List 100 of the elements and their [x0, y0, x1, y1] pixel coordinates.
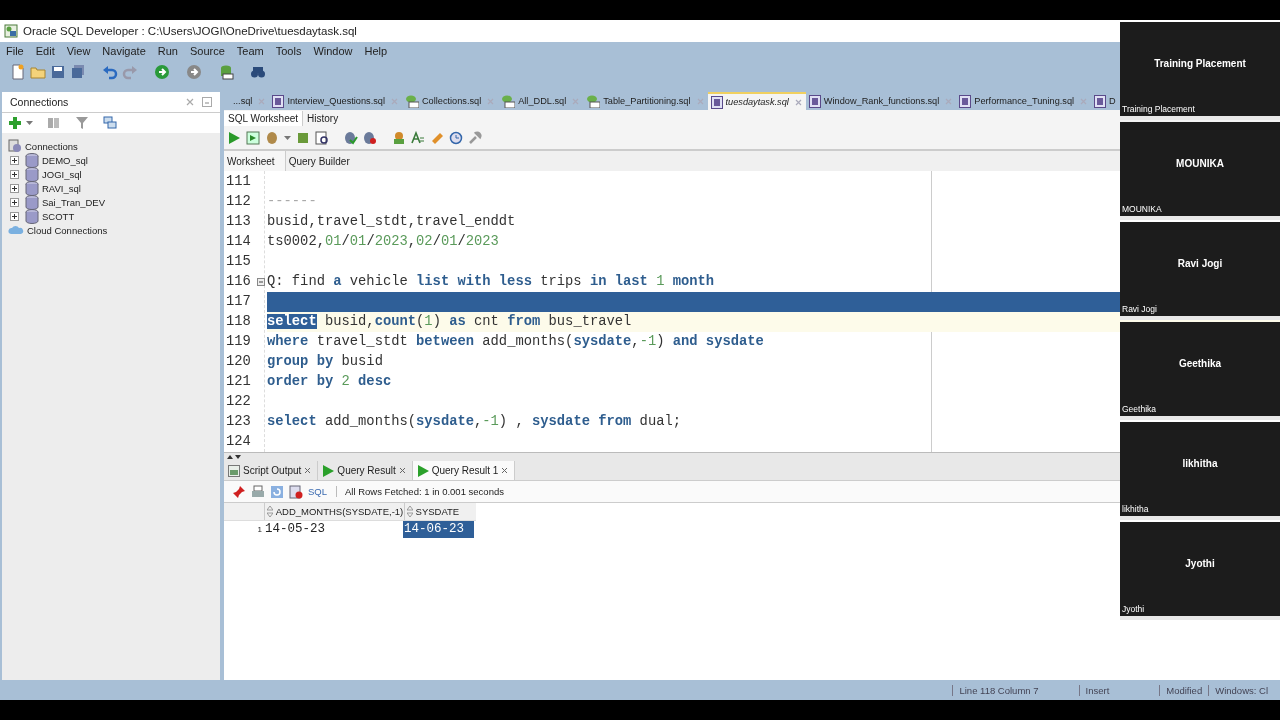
menu-item[interactable]: Tools: [275, 45, 302, 57]
sql-link[interactable]: SQL: [308, 486, 327, 497]
worksheet-icon: [959, 94, 972, 108]
fold-icon[interactable]: [257, 278, 265, 286]
line-number: 116: [225, 273, 252, 291]
save-icon[interactable]: [50, 64, 66, 80]
expand-toggle[interactable]: [10, 169, 19, 179]
tree-item[interactable]: SCOTT: [42, 210, 75, 222]
tree-item[interactable]: Connections: [25, 140, 78, 152]
video-tile[interactable]: Ravi Jogi Ravi Jogi: [1120, 222, 1280, 320]
tree-item[interactable]: DEMO_sql: [42, 154, 88, 166]
menu-item[interactable]: Team: [236, 45, 264, 57]
column-header[interactable]: SYSDATE: [403, 503, 476, 520]
status-text: Insert: [1078, 684, 1116, 696]
cancel-icon[interactable]: [289, 484, 303, 499]
file-tab[interactable]: Window_Rank_functions.sql: [805, 92, 957, 110]
eraser-icon[interactable]: [430, 131, 444, 145]
binoculars-icon[interactable]: [250, 64, 266, 80]
menu-item[interactable]: Edit: [35, 45, 55, 57]
database-icon[interactable]: [218, 64, 234, 80]
run-icon: [322, 464, 335, 477]
caret-icon[interactable]: [26, 121, 33, 125]
add-icon[interactable]: [8, 116, 22, 130]
tree-item[interactable]: Sai_Tran_DEV: [42, 196, 105, 208]
column-header[interactable]: ADD_MONTHS(SYSDATE,-1): [263, 503, 404, 520]
file-tab[interactable]: Performance_Tuning.sql: [956, 92, 1092, 110]
file-tab[interactable]: D: [1091, 92, 1118, 110]
file-tab[interactable]: Table_Partitioning.sql: [583, 92, 708, 110]
expand-toggle[interactable]: [10, 155, 19, 165]
connections-icon: [8, 139, 22, 153]
output-tab[interactable]: Query Result 1: [412, 461, 516, 480]
code-line: select add_months(sysdate,-1) , sysdate from dual;: [267, 413, 682, 431]
menu-item[interactable]: Help: [364, 45, 388, 57]
split-arrows-icon[interactable]: [226, 454, 242, 460]
video-tile[interactable]: likhitha likhitha: [1120, 422, 1280, 520]
run-script-icon[interactable]: [246, 131, 260, 145]
editor-mode-tab[interactable]: Query Builder: [285, 151, 360, 171]
caret-icon[interactable]: [284, 136, 291, 140]
new-file-icon[interactable]: [10, 64, 26, 80]
file-tab[interactable]: ...sql: [230, 92, 270, 110]
file-tab[interactable]: tuesdaytask.sql: [707, 92, 806, 110]
print-icon[interactable]: [251, 484, 265, 499]
line-number: 112: [225, 193, 252, 211]
expand-toggle[interactable]: [10, 211, 19, 221]
file-tab[interactable]: Interview_Questions.sql: [269, 92, 402, 110]
history-icon[interactable]: [449, 131, 463, 145]
line-number: 122: [225, 393, 252, 411]
expand-toggle[interactable]: [10, 183, 19, 193]
participant-name: Training Placement: [1154, 57, 1246, 69]
forward-icon[interactable]: [154, 64, 170, 80]
output-tab[interactable]: Script Output: [224, 461, 319, 480]
save-all-icon[interactable]: [70, 64, 86, 80]
panel-tab[interactable]: History: [303, 111, 343, 126]
run-icon[interactable]: [227, 131, 241, 145]
sort-icon: [406, 506, 413, 517]
table-cell[interactable]: 14-05-23: [264, 521, 403, 538]
pin-icon[interactable]: [232, 484, 246, 499]
code-line: ------: [267, 193, 317, 211]
video-tile[interactable]: Geethika Geethika: [1120, 322, 1280, 420]
tree-item[interactable]: RAVI_sql: [42, 182, 81, 194]
line-number: 123: [225, 413, 252, 431]
line-number: 113: [225, 213, 252, 231]
participant-name: likhitha: [1182, 457, 1218, 469]
close-icon[interactable]: [304, 467, 312, 474]
worksheet-icon: [808, 94, 821, 108]
video-tile[interactable]: Training Placement Training Placement: [1120, 22, 1280, 120]
menu-item[interactable]: File: [6, 45, 24, 57]
table-cell[interactable]: 14-06-23: [403, 521, 474, 538]
video-tile[interactable]: MOUNIKA MOUNIKA: [1120, 122, 1280, 220]
menu-item[interactable]: View: [66, 45, 91, 57]
file-tab[interactable]: Collections.sql: [401, 92, 499, 110]
code-line: ts0002,01/01/2023,02/01/2023: [267, 233, 499, 251]
minimize-icon[interactable]: [202, 97, 212, 107]
participant-name: Ravi Jogi: [1177, 257, 1223, 269]
close-icon[interactable]: [186, 98, 194, 106]
undo-icon[interactable]: [102, 64, 118, 80]
format-icon[interactable]: [411, 131, 425, 145]
video-tile[interactable]: Jyothi Jyothi: [1120, 522, 1280, 620]
expand-toggle[interactable]: [10, 197, 19, 207]
output-tab[interactable]: Query Result: [318, 461, 413, 480]
sort-icon: [266, 506, 273, 517]
tree-item[interactable]: Cloud Connections: [27, 224, 108, 236]
file-tab[interactable]: All_DDL.sql: [498, 92, 584, 110]
status-text: Line 118 Column 7: [952, 684, 1045, 696]
editor-mode-tab[interactable]: Worksheet: [224, 151, 286, 171]
filter-icon[interactable]: [75, 116, 89, 130]
menu-item[interactable]: Window: [313, 45, 353, 57]
wrench-icon[interactable]: [468, 131, 482, 145]
close-icon[interactable]: [398, 467, 406, 474]
row-number: 1: [256, 525, 263, 534]
panel-tab[interactable]: SQL Worksheet: [224, 111, 304, 126]
menu-item[interactable]: Run: [157, 45, 178, 57]
back-icon[interactable]: [186, 64, 202, 80]
close-icon[interactable]: [501, 467, 509, 474]
run-icon: [416, 464, 429, 477]
tree-item[interactable]: JOGI_sql: [42, 168, 82, 180]
menu-item[interactable]: Source: [189, 45, 225, 57]
menu-item[interactable]: Navigate: [102, 45, 146, 57]
database-icon: [25, 166, 39, 182]
database-icon: [404, 94, 419, 108]
